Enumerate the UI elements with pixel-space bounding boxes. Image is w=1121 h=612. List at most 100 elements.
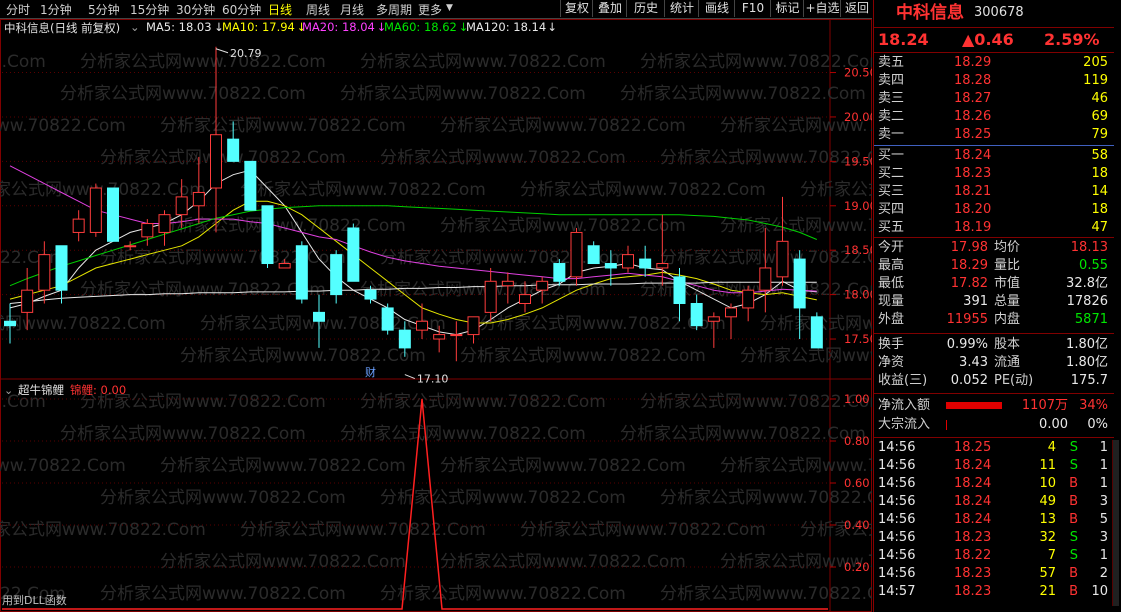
candle[interactable] [467,316,480,344]
watermark: 分析家公式网www.70822.Com [380,148,626,168]
toolbar-button-6[interactable]: 标记 [770,0,804,17]
ma-legend: 中科信息(日线 前复权) ⌄ MA5: 18.03 ↓ MA10: 17.94 ↓ MA20… [0,19,830,35]
tick-side: B [1069,476,1078,491]
bid-row: 买四 18.20 18 [874,201,1114,219]
period-tab-4[interactable]: 30分钟 [176,1,215,18]
y-tick-label: 17.50 [844,332,872,346]
tick-row: 14:56 18.23 32 S 3 [874,529,1114,547]
bid-row: 买一 18.24 58 [874,147,1114,165]
tick-time: 14:56 [878,494,916,509]
period-tab-8[interactable]: 月线 [340,1,364,18]
candle[interactable] [55,245,68,304]
ask-volume: 205 [1083,55,1108,70]
low-annotation: 17.10 [417,373,449,386]
candle[interactable] [4,303,16,344]
period-tab-7[interactable]: 周线 [306,1,330,18]
candle[interactable] [261,205,274,268]
candle[interactable] [295,241,308,304]
toolbar-button-3[interactable]: 统计 [664,0,699,17]
more-arrow-icon[interactable]: ▼ [446,3,453,13]
tick-side: B [1069,512,1078,527]
candle[interactable] [244,160,257,211]
toolbar-button-4[interactable]: 画线 [698,0,735,17]
candle[interactable] [639,245,652,277]
ask-row: 卖一 18.25 79 [874,126,1114,144]
watermark: 分析家公式网www.70822.Com [80,280,326,300]
ask-label: 卖一 [878,127,905,142]
candle[interactable] [72,210,85,242]
watermark: 分析家公式网www.70822.Com [660,584,872,604]
tick-side: S [1069,440,1078,455]
tick-count: 10 [1091,584,1108,599]
toolbar-button-1[interactable]: 叠加 [592,0,627,17]
watermark: 分析家公式网www.70822.Com [160,456,406,476]
status-text: 用到DLL函数 [2,594,67,607]
tick-row: 14:56 18.24 11 S 1 [874,457,1114,475]
tick-time: 14:56 [878,566,916,581]
bid-price: 18.23 [954,166,992,181]
stat-value: 1.80亿 [1066,355,1108,370]
candle[interactable] [330,250,343,304]
period-tab-1[interactable]: 1分钟 [40,1,72,18]
net-inflow-pct: 34% [1079,398,1108,413]
stat-row: 现量 391 总量 17826 [874,293,1114,311]
candle[interactable] [553,259,566,286]
y-tick-label: 18.00 [844,288,872,302]
stat-row: 今开 17.98 均价 18.13 [874,239,1114,257]
candle[interactable] [570,227,583,286]
toolbar-button-2[interactable]: 历史 [626,0,665,17]
candle[interactable] [742,285,755,322]
finance-marker[interactable]: 财 [365,365,376,379]
watermark: 分析家公式网www.70822.Com [160,116,406,136]
ask-volume: 46 [1091,91,1108,106]
candle[interactable] [89,183,102,237]
period-tab-0[interactable]: 分时 [6,1,30,18]
candle[interactable] [347,223,360,282]
candle[interactable] [107,187,119,242]
toolbar-button-7[interactable]: +自选 [803,0,841,17]
stat-row: 最高 18.29 量比 0.55 [874,257,1114,275]
quote-panel: 中科信息 300678 18.24 ▲0.46 2.59% 卖五 18.29 205… [873,0,1121,612]
tick-price: 18.25 [954,440,992,455]
tick-scrollbar[interactable] [1112,440,1119,606]
toolbar-button-8[interactable]: 返回 [840,0,873,17]
watermark: 分析家公式网www.70822.Com [100,488,346,508]
candle[interactable] [810,312,823,349]
toolbar-button-5[interactable]: F10 [734,0,771,17]
toolbar-button-0[interactable]: 复权 [560,0,593,17]
tick-time: 14:56 [878,440,916,455]
period-tab-2[interactable]: 5分钟 [88,1,120,18]
candle[interactable] [725,303,737,340]
candle[interactable] [313,294,325,348]
chart-menu-icon[interactable]: ⌄ [130,20,140,34]
watermark: 分析家公式网www.70822.Com [100,248,346,268]
net-inflow-label: 净流入额 [878,398,931,413]
bid-volume: 14 [1091,184,1108,199]
watermark: 分析家公式网www.70822.Com [0,116,126,136]
ask-price: 18.26 [954,109,992,124]
tick-row: 14:56 18.22 7 S 1 [874,547,1114,565]
watermark: 分析家公式网www.70822.Com [180,346,426,366]
period-tab-6[interactable]: 日线 [268,1,292,18]
sub-menu-icon[interactable]: ⌄ [4,384,13,397]
candle[interactable] [587,241,600,265]
period-tab-5[interactable]: 60分钟 [222,1,261,18]
stat-label: 今开 [878,240,905,255]
stat-label: 量比 [994,258,1021,273]
period-tab-10[interactable]: 更多 [418,1,442,18]
candle[interactable] [210,46,222,233]
kline-chart[interactable]: 分析家公式网www.70822.Com 分析家公式网www.70822.Com 分析… [0,19,872,612]
candle[interactable] [141,219,154,246]
period-tab-9[interactable]: 多周期 [376,1,412,18]
candle[interactable] [158,210,171,246]
candle[interactable] [381,303,394,335]
period-tab-3[interactable]: 15分钟 [130,1,169,18]
watermark: 分析家公式网www.70822.Com [160,552,406,572]
stat-row: 外盘 11955 内盘 5871 [874,311,1114,329]
ask-label: 卖三 [878,91,905,106]
stat-row: 最低 17.82 市值 32.8亿 [874,275,1114,293]
candle[interactable] [776,196,789,286]
stat-label: 最低 [878,276,905,291]
bid-label: 买二 [878,166,905,181]
stat-label: 最高 [878,258,905,273]
